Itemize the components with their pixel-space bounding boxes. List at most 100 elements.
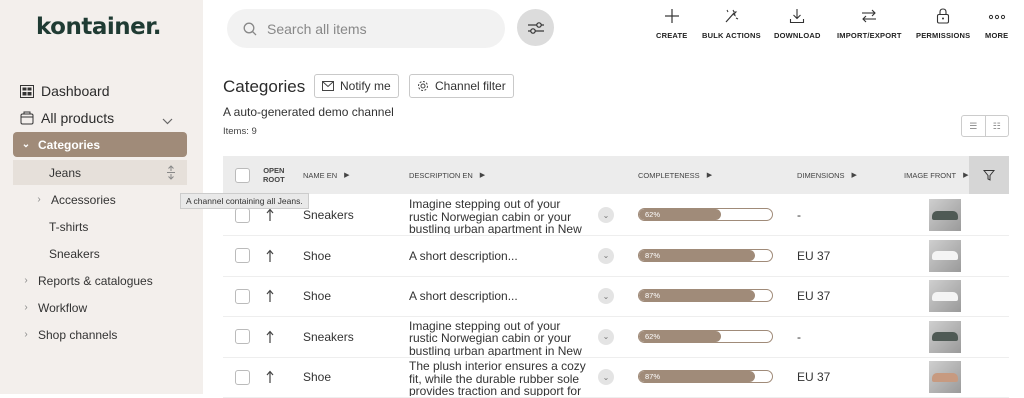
magic-wand-icon xyxy=(725,9,739,23)
table-header: OPEN ROOT NAME EN ▶ DESCRIPTION EN ▶ COMPL… xyxy=(223,156,1009,194)
gear-icon xyxy=(418,81,428,91)
download-button[interactable]: DOWNLOAD xyxy=(774,8,821,40)
completeness-bar: 87% xyxy=(638,248,773,262)
column-completeness[interactable]: COMPLETENESS ▶ xyxy=(638,156,712,194)
download-icon xyxy=(790,9,805,24)
shoe-icon xyxy=(932,251,958,260)
product-image[interactable] xyxy=(929,280,961,312)
chevron-down-icon[interactable]: ⌄ xyxy=(598,288,614,304)
app-logo[interactable]: kontainer. xyxy=(36,14,162,40)
row-checkbox[interactable] xyxy=(235,276,250,316)
select-all-checkbox[interactable] xyxy=(235,156,250,194)
import-export-button[interactable]: IMPORT/EXPORT xyxy=(837,8,902,40)
tree-item-sneakers[interactable]: Sneakers xyxy=(13,241,187,266)
sidebar: kontainer. Dashboard All products ⌄ Cate… xyxy=(0,0,203,394)
shoe-icon xyxy=(932,291,958,301)
sort-icon[interactable]: ▶ xyxy=(852,171,857,179)
sidebar-item-all-products[interactable]: All products xyxy=(20,110,180,126)
sort-icon[interactable]: ▶ xyxy=(963,171,968,179)
channel-filter-button[interactable]: Channel filter xyxy=(409,74,514,98)
open-root-icon[interactable] xyxy=(265,236,275,276)
completeness-bar: 62% xyxy=(638,208,773,221)
column-dimensions[interactable]: DIMENSIONS ▶ xyxy=(797,156,857,194)
column-name[interactable]: NAME EN ▶ xyxy=(303,156,350,194)
tree-item-reports[interactable]: › Reports & catalogues xyxy=(13,268,187,293)
chevron-right-icon[interactable]: › xyxy=(20,302,32,313)
tree-item-tshirts[interactable]: T-shirts xyxy=(13,214,187,239)
bulk-actions-label: BULK ACTIONS xyxy=(702,31,761,40)
lock-icon xyxy=(937,8,950,24)
completeness-fill: 87% xyxy=(639,290,755,301)
more-dots-icon xyxy=(988,14,1005,20)
row-dimensions: - xyxy=(797,208,801,222)
open-root-icon[interactable] xyxy=(265,276,275,316)
tree-item-categories[interactable]: ⌄ Categories xyxy=(13,132,187,157)
tree-item-accessories[interactable]: › Accessories xyxy=(13,187,187,212)
column-image-front[interactable]: IMAGE FRONT ▶ xyxy=(904,156,968,194)
permissions-button[interactable]: PERMISSIONS xyxy=(916,8,970,40)
chevron-right-icon[interactable]: › xyxy=(20,329,32,340)
tree-item-jeans[interactable]: Jeans xyxy=(13,160,187,185)
tree-item-label: T-shirts xyxy=(49,219,89,234)
column-open-root: OPEN ROOT xyxy=(263,156,285,194)
row-checkbox[interactable] xyxy=(235,357,250,397)
shoe-icon xyxy=(932,332,958,341)
notify-me-button[interactable]: Notify me xyxy=(314,74,399,98)
row-name: Shoe xyxy=(303,248,332,263)
row-dimensions: EU 37 xyxy=(797,248,831,263)
sort-icon[interactable]: ▶ xyxy=(480,171,485,179)
box-icon xyxy=(20,111,34,125)
column-description[interactable]: DESCRIPTION EN ▶ xyxy=(409,156,485,194)
bulk-actions-button[interactable]: BULK ACTIONS xyxy=(702,8,761,40)
tree-view-icon[interactable]: ☷ xyxy=(984,116,1009,136)
chevron-down-icon[interactable]: ⌄ xyxy=(598,328,614,345)
row-description: The plush interior ensures a cozy fit, w… xyxy=(409,360,586,396)
tree-item-label: Sneakers xyxy=(49,246,100,261)
chevron-right-icon[interactable]: › xyxy=(33,194,45,205)
column-filter-button[interactable] xyxy=(969,156,1009,194)
tree-item-label: Accessories xyxy=(51,192,116,207)
notify-me-label: Notify me xyxy=(340,79,391,93)
tree-item-workflow[interactable]: › Workflow xyxy=(13,295,187,320)
open-root-icon[interactable] xyxy=(265,357,275,397)
row-checkbox[interactable] xyxy=(235,236,250,276)
download-label: DOWNLOAD xyxy=(774,31,821,40)
table-row[interactable]: Sneakers Imagine stepping out of your rus… xyxy=(223,195,1009,236)
chevron-down-icon[interactable]: ⌄ xyxy=(598,369,614,385)
table-row[interactable]: Shoe A short description... ⌄ 87% EU 37 xyxy=(223,276,1009,317)
chevron-down-icon[interactable] xyxy=(162,112,173,128)
dashboard-icon xyxy=(20,84,34,98)
chevron-down-icon[interactable]: ⌄ xyxy=(20,139,32,150)
funnel-icon xyxy=(983,170,995,181)
plus-icon xyxy=(664,9,679,23)
tree-item-shop-channels[interactable]: › Shop channels xyxy=(13,322,187,347)
table-row[interactable]: Shoe The plush interior ensures a cozy fi… xyxy=(223,357,1009,398)
sort-icon[interactable]: ▶ xyxy=(344,171,349,179)
sidebar-item-label: All products xyxy=(41,110,115,126)
filter-settings-button[interactable] xyxy=(517,9,554,46)
more-button[interactable]: MORE xyxy=(985,8,1008,40)
product-image[interactable] xyxy=(929,199,961,231)
completeness-bar: 87% xyxy=(638,289,773,302)
sort-icon[interactable]: ▶ xyxy=(707,171,712,179)
column-label: ROOT xyxy=(263,175,285,184)
table-row[interactable]: Sneakers Imagine stepping out of your rus… xyxy=(223,317,1009,358)
chevron-right-icon[interactable]: › xyxy=(20,275,32,286)
open-root-icon[interactable] xyxy=(265,317,275,357)
search-input[interactable]: Search all items xyxy=(227,9,505,48)
list-view-icon[interactable]: ☰ xyxy=(962,116,985,136)
table-row[interactable]: Shoe A short description... ⌄ 87% EU 37 xyxy=(223,236,1009,277)
product-image[interactable] xyxy=(929,320,961,353)
row-description: Imagine stepping out of your rustic Norw… xyxy=(409,319,582,356)
import-export-label: IMPORT/EXPORT xyxy=(837,31,902,40)
chevron-down-icon[interactable]: ⌄ xyxy=(598,247,614,264)
row-description: A short description... xyxy=(409,290,518,303)
sidebar-item-dashboard[interactable]: Dashboard xyxy=(20,83,110,99)
shoe-icon xyxy=(932,210,958,220)
product-image[interactable] xyxy=(929,361,961,393)
row-checkbox[interactable] xyxy=(235,317,250,357)
create-button[interactable]: CREATE xyxy=(656,8,687,40)
product-image[interactable] xyxy=(929,239,961,272)
sort-arrows-icon[interactable] xyxy=(166,165,176,183)
chevron-down-icon[interactable]: ⌄ xyxy=(598,207,614,223)
